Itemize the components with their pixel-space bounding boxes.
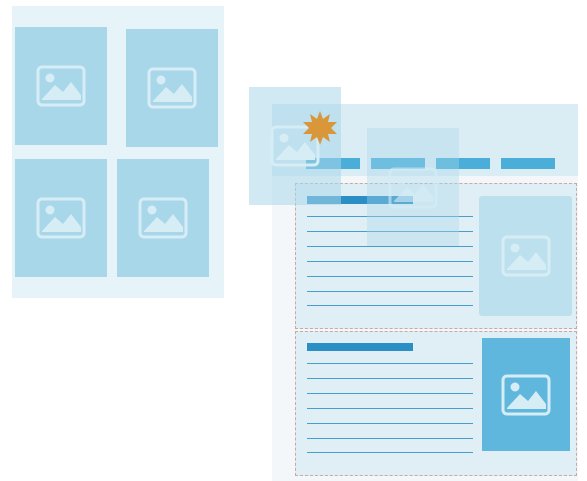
image-icon bbox=[501, 374, 551, 416]
image-icon bbox=[36, 65, 86, 107]
text-line bbox=[307, 393, 473, 394]
text-line bbox=[307, 408, 473, 409]
text-line bbox=[307, 305, 473, 306]
text-line bbox=[307, 276, 473, 277]
image-icon bbox=[36, 197, 86, 239]
content-image[interactable] bbox=[482, 338, 570, 451]
gallery-thumbnail[interactable] bbox=[126, 29, 218, 147]
image-icon bbox=[147, 67, 197, 109]
image-icon bbox=[388, 167, 438, 209]
text-line bbox=[307, 378, 473, 379]
image-icon bbox=[501, 235, 551, 277]
gallery-thumbnail[interactable] bbox=[15, 27, 107, 145]
nav-item[interactable] bbox=[501, 158, 555, 169]
text-line bbox=[307, 363, 473, 364]
text-line bbox=[307, 438, 473, 439]
content-image[interactable] bbox=[479, 196, 572, 316]
text-line bbox=[307, 291, 473, 292]
text-line bbox=[307, 246, 473, 247]
gallery-thumbnail[interactable] bbox=[15, 159, 107, 277]
content-heading bbox=[307, 343, 413, 351]
starburst-icon bbox=[302, 110, 338, 146]
image-icon bbox=[138, 197, 188, 239]
text-line bbox=[307, 452, 473, 453]
gallery-thumbnail[interactable] bbox=[117, 159, 209, 277]
text-line bbox=[307, 423, 473, 424]
text-line bbox=[307, 261, 473, 262]
